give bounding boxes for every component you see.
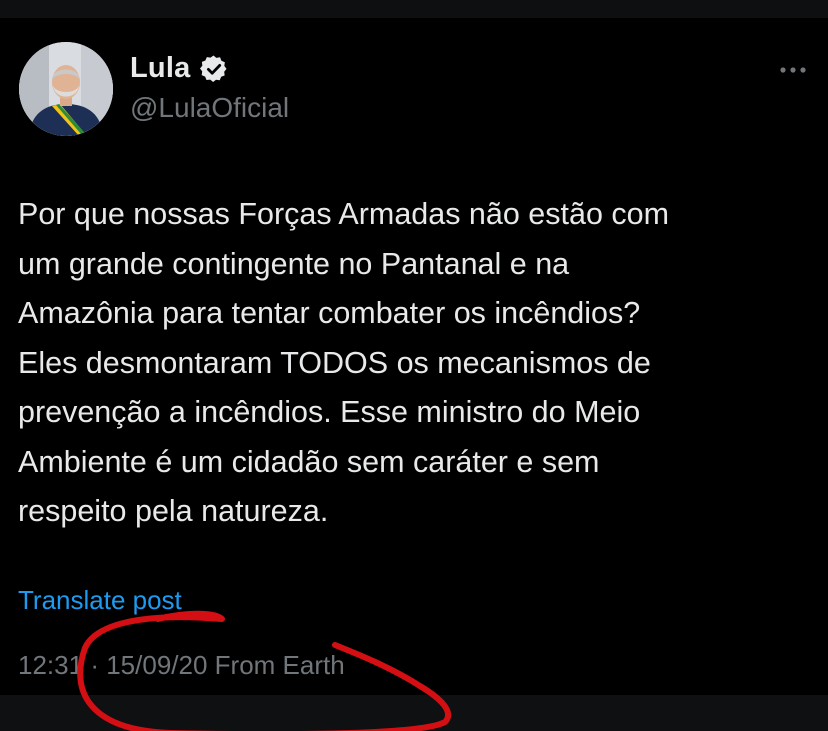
translate-post-link[interactable]: Translate post (18, 585, 182, 616)
top-edge-strip (0, 0, 828, 18)
post-time[interactable]: 12:31 (18, 650, 83, 680)
post-text: Por que nossas Forças Armadas não estão … (18, 197, 669, 528)
avatar[interactable] (19, 42, 113, 136)
author-display-name[interactable]: Lula (130, 52, 190, 85)
meta-separator: · (90, 650, 99, 680)
post-source: From Earth (214, 650, 345, 680)
more-options-icon[interactable] (778, 64, 808, 76)
verified-badge-icon (200, 55, 227, 82)
author-name-row: Lula (130, 52, 228, 85)
profile-photo (19, 42, 113, 136)
post-metadata: 12:31 · 15/09/20 From Earth (18, 650, 345, 681)
author-handle[interactable]: @LulaOficial (130, 92, 289, 124)
post-date[interactable]: 15/09/20 (106, 650, 207, 680)
bottom-edge-strip (0, 695, 828, 731)
